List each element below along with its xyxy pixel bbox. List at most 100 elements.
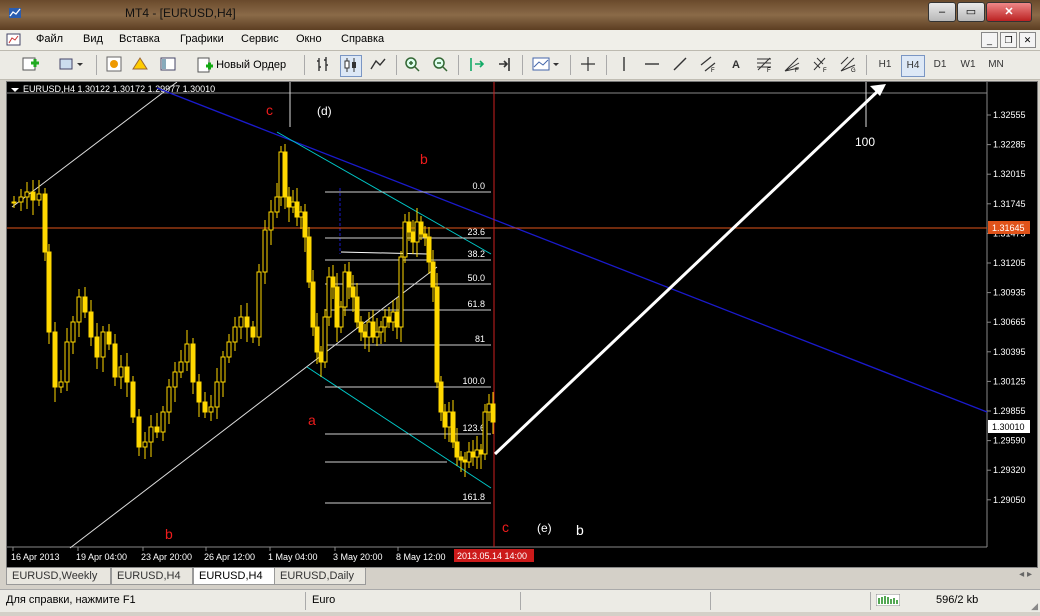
vertical-line-icon[interactable] — [614, 55, 634, 75]
resize-grip-icon[interactable]: ◢ — [1031, 601, 1038, 612]
candle-body — [42, 193, 48, 253]
wave-label-e: (e) — [537, 521, 552, 535]
candle-body — [306, 236, 312, 283]
crosshair-icon[interactable] — [578, 55, 598, 75]
candle-body — [64, 341, 70, 383]
menu-charts[interactable]: Графики — [180, 33, 224, 45]
fib-level-label: 0.0 — [472, 181, 485, 191]
menu-file[interactable]: Файл — [36, 33, 63, 45]
menu-tools[interactable]: Сервис — [241, 33, 279, 45]
status-profile: Euro — [312, 594, 336, 606]
candle-body — [466, 451, 472, 463]
tab-eurusd-h4-1[interactable]: EURUSD,H4 — [111, 568, 193, 585]
timeframe-h4[interactable]: H4 — [901, 55, 925, 77]
candle-body — [318, 351, 324, 363]
close-button[interactable]: ✕ — [986, 2, 1032, 22]
timeframe-w1[interactable]: W1 — [957, 55, 979, 75]
menu-help[interactable]: Справка — [341, 33, 384, 45]
chart-window-icon[interactable] — [6, 32, 22, 48]
price-tick-label: 1.29855 — [993, 406, 1026, 416]
gann-icon[interactable]: G — [838, 55, 858, 75]
price-tick-label: 1.30395 — [993, 347, 1026, 357]
candle-body — [238, 316, 244, 328]
candle-body — [154, 426, 160, 433]
candle-body — [112, 343, 118, 378]
auto-scroll-button[interactable] — [466, 55, 486, 75]
fibo-arcs-icon[interactable]: F — [810, 55, 830, 75]
target-label: 100 — [855, 135, 875, 149]
fibo-fan-icon[interactable]: F — [782, 55, 802, 75]
line-chart-button[interactable] — [368, 55, 388, 75]
horizontal-line-icon[interactable] — [642, 55, 662, 75]
candle-body — [406, 221, 412, 233]
candle-body — [166, 386, 172, 413]
candle-body — [11, 201, 17, 204]
candle-body — [290, 201, 296, 208]
time-tick-label: 26 Apr 12:00 — [204, 552, 255, 562]
fib-level-label: 161.8 — [462, 492, 485, 502]
svg-text:F: F — [795, 68, 799, 73]
tab-eurusd-h4-2[interactable]: EURUSD,H4 — [193, 568, 275, 585]
minimize-button[interactable]: – — [928, 2, 956, 22]
fibonacci-icon[interactable]: F — [754, 55, 774, 75]
new-chart-button[interactable] — [18, 55, 44, 75]
chart-window[interactable]: EURUSD,H4 1.30122 1.30172 1.29977 1.3001… — [6, 81, 1038, 568]
data-window-button[interactable] — [130, 55, 150, 75]
wave-label-b-mid: b — [420, 151, 428, 167]
candle-body — [334, 286, 340, 328]
status-traffic: 596/2 kb — [936, 594, 979, 606]
fib-level-label: 123.6 — [462, 423, 485, 433]
candle-body — [362, 331, 368, 338]
candle-body — [302, 211, 308, 238]
candle-body — [148, 426, 154, 443]
candle-body — [490, 403, 496, 423]
navigator-button[interactable] — [158, 55, 178, 75]
bar-chart-button[interactable] — [314, 55, 334, 75]
indicators-button[interactable] — [530, 55, 562, 75]
price-tick-label: 1.31745 — [993, 199, 1026, 209]
candle-body — [250, 326, 256, 338]
tab-eurusd-daily[interactable]: EURUSD,Daily — [274, 568, 366, 585]
mdi-close-button[interactable]: ✕ — [1019, 32, 1036, 48]
candle-body — [202, 401, 208, 413]
profiles-button[interactable] — [56, 55, 86, 75]
mdi-restore-button[interactable]: ❐ — [1000, 32, 1017, 48]
toolbar: Новый Ордер F A F F F G H1 H4 D1 W1 MN — [0, 51, 1040, 80]
channel-icon[interactable]: F — [698, 55, 718, 75]
candle-body — [346, 271, 352, 288]
chart-shift-button[interactable] — [496, 55, 516, 75]
status-bar: Для справки, нажмите F1 Euro 596/2 kb ◢ — [0, 589, 1040, 612]
zoom-out-icon[interactable] — [430, 55, 450, 75]
candle-body — [244, 316, 250, 328]
candle-body — [196, 381, 202, 403]
connection-bars-icon — [876, 594, 900, 606]
market-watch-button[interactable] — [104, 55, 124, 75]
new-order-button[interactable]: Новый Ордер — [195, 55, 299, 75]
timeframe-d1[interactable]: D1 — [929, 55, 951, 75]
candle-body — [208, 406, 214, 413]
tab-eurusd-weekly[interactable]: EURUSD,Weekly — [6, 568, 111, 585]
menu-window[interactable]: Окно — [296, 33, 322, 45]
candle-body — [354, 296, 360, 323]
menu-view[interactable]: Вид — [83, 33, 103, 45]
candle-body — [326, 276, 332, 318]
timeframe-h1[interactable]: H1 — [874, 55, 896, 75]
trendline-icon[interactable] — [670, 55, 690, 75]
mdi-minimize-button[interactable]: _ — [981, 32, 998, 48]
price-chart[interactable]: EURUSD,H4 1.30122 1.30172 1.29977 1.3001… — [7, 81, 1037, 567]
maximize-button[interactable]: ▭ — [957, 2, 985, 22]
tab-scroll-arrows[interactable]: ◂ ▸ — [1019, 569, 1032, 580]
time-axis: 16 Apr 2013 19 Apr 04:00 23 Apr 20:00 26 Ap… — [11, 547, 446, 562]
candle-body — [94, 336, 100, 358]
price-tick-label: 1.29320 — [993, 465, 1026, 475]
menu-insert[interactable]: Вставка — [119, 33, 160, 45]
candlestick-chart-button[interactable] — [340, 55, 362, 77]
zoom-in-icon[interactable] — [402, 55, 422, 75]
svg-text:F: F — [711, 68, 715, 73]
timeframe-mn[interactable]: MN — [985, 55, 1007, 75]
candle-body — [370, 321, 376, 338]
text-tool-button[interactable]: A — [726, 55, 746, 75]
cursor-time-label: 2013.05.14 14:00 — [457, 551, 527, 561]
time-tick-label: 1 May 04:00 — [268, 552, 318, 562]
candle-body — [106, 331, 112, 345]
